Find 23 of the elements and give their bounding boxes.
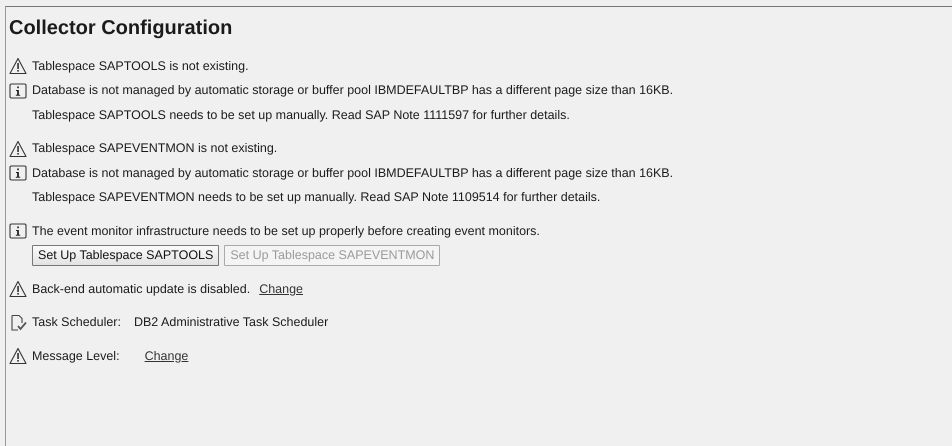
change-link[interactable]: Change — [144, 346, 188, 366]
warning-icon — [9, 347, 27, 366]
message-text: Back-end automatic update is disabled. — [32, 280, 250, 298]
message-text: Database is not managed by automatic storage or buffer pool IBMDEFAULTBP has a different page size than 16KB. — [32, 82, 674, 100]
warning-icon — [9, 140, 27, 158]
message-text: The event monitor infrastructure needs to be set up properly before creating event monitors. — [32, 222, 540, 240]
info-icon — [9, 222, 27, 240]
message-text: Tablespace SAPEVENTMON needs to be set up manually. Read SAP Note 1109514 for further details. — [32, 189, 600, 206]
info-icon — [9, 164, 27, 182]
change-link[interactable]: Change — [259, 280, 303, 299]
info-icon — [9, 82, 27, 100]
setup-button[interactable]: Set Up Tablespace SAPTOOLS — [32, 245, 220, 266]
page-title: Collector Configuration — [9, 16, 234, 41]
warning-icon — [9, 280, 27, 298]
message-text: Tablespace SAPEVENTMON is not existing. — [32, 140, 278, 158]
message-text: Database is not managed by automatic storage or buffer pool IBMDEFAULTBP has a different page size than 16KB. — [32, 164, 674, 182]
field-value: DB2 Administrative Task Scheduler — [134, 314, 328, 332]
message-text: Tablespace SAPTOOLS is not existing. — [32, 58, 249, 75]
field-label: Task Scheduler: — [32, 314, 121, 332]
warning-icon — [9, 57, 27, 76]
document-check-icon — [9, 314, 27, 332]
message-text: Message Level: — [32, 348, 120, 365]
message-text: Tablespace SAPTOOLS needs to be set up manually. Read SAP Note 1111597 for further details. — [32, 106, 570, 124]
